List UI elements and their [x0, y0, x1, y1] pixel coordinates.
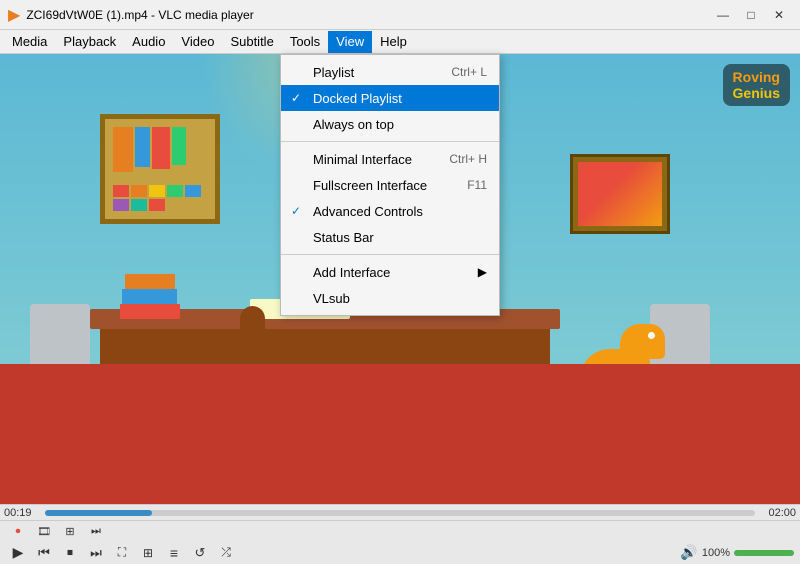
- volume-icon: 🔊: [680, 544, 697, 561]
- book: [113, 127, 133, 172]
- current-time: 00:19: [4, 507, 39, 519]
- menu-vlsub[interactable]: VLsub: [281, 285, 499, 311]
- volume-bar[interactable]: [734, 550, 794, 556]
- stop-button[interactable]: ⏹: [58, 543, 82, 563]
- prev-button[interactable]: ⏮: [32, 543, 56, 563]
- window-controls: — □ ✕: [710, 4, 792, 26]
- view-dropdown-menu: Playlist Ctrl+ L ✓ Docked Playlist Alway…: [280, 54, 500, 316]
- record-button[interactable]: ⏺: [6, 521, 30, 541]
- menu-bar: Media Playback Audio Video Subtitle Tool…: [0, 30, 800, 54]
- desk-object: [240, 306, 265, 331]
- volume-fill: [734, 550, 794, 556]
- menu-view[interactable]: View: [328, 31, 372, 53]
- playlist-label: Playlist: [313, 65, 354, 80]
- bottom-controls: ⏺ 🎞 ⊞ ⏭ ▶ ⏮ ⏹ ⏭ ⛶ ⊞ ≡ ↺ ⤮ 🔊 100%: [0, 520, 800, 564]
- docked-playlist-label: Docked Playlist: [313, 91, 402, 106]
- volume-label: 100%: [702, 547, 730, 559]
- picture: [578, 162, 662, 226]
- loop-button[interactable]: ↺: [188, 543, 212, 563]
- volume-area: 🔊 100%: [680, 544, 794, 561]
- add-interface-arrow: ▶: [478, 265, 487, 279]
- app-icon: ▶: [8, 5, 20, 25]
- roving-genius-logo: Roving Genius: [723, 64, 790, 106]
- title-text: ZCI69dVtW0E (1).mp4 - VLC media player: [26, 8, 710, 22]
- menu-always-on-top[interactable]: Always on top: [281, 111, 499, 137]
- close-button[interactable]: ✕: [766, 4, 792, 26]
- menu-media[interactable]: Media: [4, 31, 55, 53]
- title-bar: ▶ ZCI69dVtW0E (1).mp4 - VLC media player…: [0, 0, 800, 30]
- loop-ab-button[interactable]: ⊞: [58, 521, 82, 541]
- snapshot-button[interactable]: 🎞: [32, 521, 56, 541]
- menu-add-interface[interactable]: Add Interface ▶: [281, 259, 499, 285]
- advanced-label: Advanced Controls: [313, 204, 423, 219]
- progress-bar[interactable]: [45, 510, 755, 516]
- menu-fullscreen-interface[interactable]: Fullscreen Interface F11: [281, 172, 499, 198]
- menu-status-bar[interactable]: Status Bar: [281, 224, 499, 250]
- logo-line1: Roving: [733, 69, 780, 85]
- status-bar-label: Status Bar: [313, 230, 374, 245]
- desk-books: [120, 264, 200, 319]
- maximize-button[interactable]: □: [738, 4, 764, 26]
- main-controls-row: ▶ ⏮ ⏹ ⏭ ⛶ ⊞ ≡ ↺ ⤮ 🔊 100%: [0, 541, 800, 564]
- vlsub-label: VLsub: [313, 291, 350, 306]
- logo-line2: Genius: [733, 85, 780, 101]
- minimal-label: Minimal Interface: [313, 152, 412, 167]
- separator-1: [281, 141, 499, 142]
- play-button[interactable]: ▶: [6, 543, 30, 563]
- playlist-button[interactable]: ≡: [162, 543, 186, 563]
- advanced-check: ✓: [291, 204, 301, 218]
- shuffle-button[interactable]: ⤮: [214, 543, 238, 563]
- docked-playlist-check: ✓: [291, 91, 301, 105]
- book: [172, 127, 186, 165]
- menu-tools[interactable]: Tools: [282, 31, 328, 53]
- menu-advanced-controls[interactable]: ✓ Advanced Controls: [281, 198, 499, 224]
- bg-floor: [0, 364, 800, 504]
- extra-controls-row: ⏺ 🎞 ⊞ ⏭: [0, 521, 800, 541]
- color-patches: [113, 185, 203, 211]
- menu-playback[interactable]: Playback: [55, 31, 124, 53]
- next-button[interactable]: ⏭: [84, 543, 108, 563]
- fullscreen-label: Fullscreen Interface: [313, 178, 427, 193]
- picture-frame: [570, 154, 670, 234]
- progress-fill: [45, 510, 152, 516]
- menu-video[interactable]: Video: [173, 31, 222, 53]
- menu-subtitle[interactable]: Subtitle: [222, 31, 281, 53]
- fullscreen-shortcut: F11: [467, 178, 487, 192]
- book: [152, 127, 170, 169]
- menu-docked-playlist[interactable]: ✓ Docked Playlist: [281, 85, 499, 111]
- menu-help[interactable]: Help: [372, 31, 415, 53]
- progress-bar-area: 00:19 02:00: [0, 504, 800, 520]
- separator-2: [281, 254, 499, 255]
- total-time: 02:00: [761, 507, 796, 519]
- menu-playlist[interactable]: Playlist Ctrl+ L: [281, 59, 499, 85]
- bookshelf: [100, 114, 220, 224]
- book: [135, 127, 150, 167]
- minimal-shortcut: Ctrl+ H: [449, 152, 487, 166]
- always-on-top-label: Always on top: [313, 117, 394, 132]
- fullscreen-button[interactable]: ⛶: [110, 543, 134, 563]
- menu-minimal-interface[interactable]: Minimal Interface Ctrl+ H: [281, 146, 499, 172]
- extended-settings-button[interactable]: ⊞: [136, 543, 160, 563]
- minimize-button[interactable]: —: [710, 4, 736, 26]
- add-interface-label: Add Interface: [313, 265, 390, 280]
- menu-audio[interactable]: Audio: [124, 31, 173, 53]
- next-frame-button[interactable]: ⏭: [84, 521, 108, 541]
- playlist-shortcut: Ctrl+ L: [451, 65, 487, 79]
